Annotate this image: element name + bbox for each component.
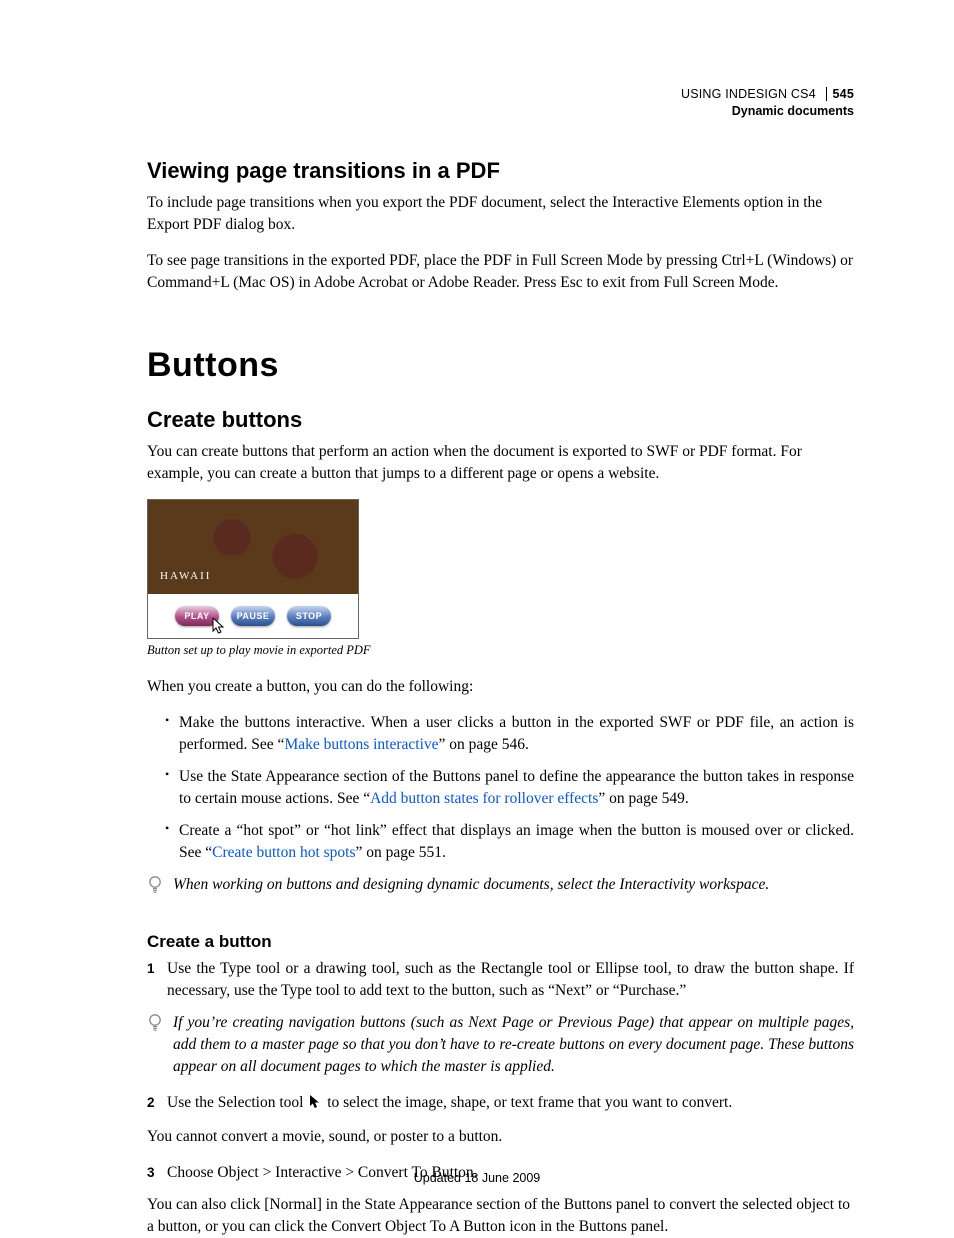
header-product: USING INDESIGN CS4 bbox=[681, 87, 816, 101]
figure-label: HAWAII bbox=[160, 570, 211, 582]
tip-note: When working on buttons and designing dy… bbox=[147, 874, 854, 896]
selection-tool-icon bbox=[309, 1094, 321, 1116]
figure-pause-button: PAUSE bbox=[231, 606, 275, 626]
body-text: You cannot convert a movie, sound, or po… bbox=[147, 1126, 854, 1148]
tip-note: If you’re creating navigation buttons (s… bbox=[147, 1012, 854, 1078]
bullet-list: Make the buttons interactive. When a use… bbox=[165, 712, 854, 864]
cursor-icon bbox=[212, 618, 226, 639]
tip-text: When working on buttons and designing dy… bbox=[173, 876, 769, 893]
numbered-steps: Use the Selection tool to select the ima… bbox=[147, 1092, 854, 1116]
body-text: You can create buttons that perform an a… bbox=[147, 441, 854, 485]
figure: HAWAII PLAY PAUSE STOP Button set up to … bbox=[147, 499, 854, 658]
page-number: 545 bbox=[826, 87, 854, 101]
link-make-buttons-interactive[interactable]: Make buttons interactive bbox=[284, 736, 438, 753]
lightbulb-icon bbox=[147, 875, 163, 895]
figure-caption: Button set up to play movie in exported … bbox=[147, 643, 854, 658]
link-create-hot-spots[interactable]: Create button hot spots bbox=[212, 844, 355, 861]
body-text: To include page transitions when you exp… bbox=[147, 192, 854, 236]
heading-create-buttons: Create buttons bbox=[147, 407, 854, 433]
link-add-button-states[interactable]: Add button states for rollover effects bbox=[370, 790, 598, 807]
tip-text: If you’re creating navigation buttons (s… bbox=[173, 1014, 854, 1075]
running-header: USING INDESIGN CS4 545 Dynamic documents bbox=[681, 86, 854, 120]
step-item: Use the Type tool or a drawing tool, suc… bbox=[147, 958, 854, 1002]
lightbulb-icon bbox=[147, 1013, 163, 1033]
footer-updated: Updated 18 June 2009 bbox=[0, 1171, 954, 1185]
list-item: Create a “hot spot” or “hot link” effect… bbox=[165, 820, 854, 864]
heading-buttons: Buttons bbox=[147, 346, 854, 385]
list-item: Use the State Appearance section of the … bbox=[165, 766, 854, 810]
body-text: You can also click [Normal] in the State… bbox=[147, 1194, 854, 1238]
header-section: Dynamic documents bbox=[681, 103, 854, 120]
body-text: When you create a button, you can do the… bbox=[147, 676, 854, 698]
heading-viewing-transitions: Viewing page transitions in a PDF bbox=[147, 158, 854, 184]
heading-create-a-button: Create a button bbox=[147, 932, 854, 952]
numbered-steps: Use the Type tool or a drawing tool, suc… bbox=[147, 958, 854, 1002]
figure-stop-button: STOP bbox=[287, 606, 331, 626]
figure-screenshot: HAWAII PLAY PAUSE STOP bbox=[147, 499, 359, 639]
list-item: Make the buttons interactive. When a use… bbox=[165, 712, 854, 756]
step-item: Use the Selection tool to select the ima… bbox=[147, 1092, 854, 1116]
body-text: To see page transitions in the exported … bbox=[147, 250, 854, 294]
